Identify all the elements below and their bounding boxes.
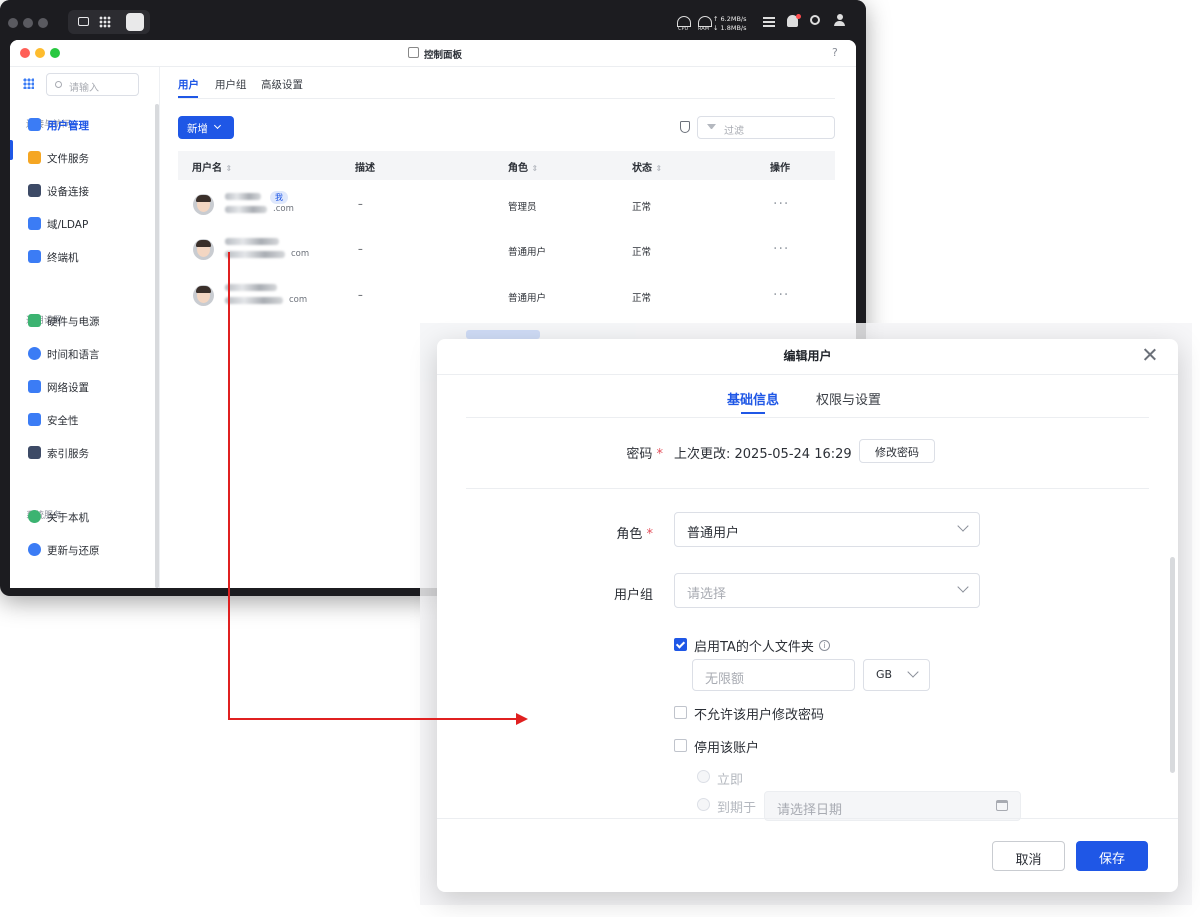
arrow-head <box>516 713 528 725</box>
red-arrow-annotation <box>228 252 528 725</box>
arrow-line <box>228 252 518 720</box>
